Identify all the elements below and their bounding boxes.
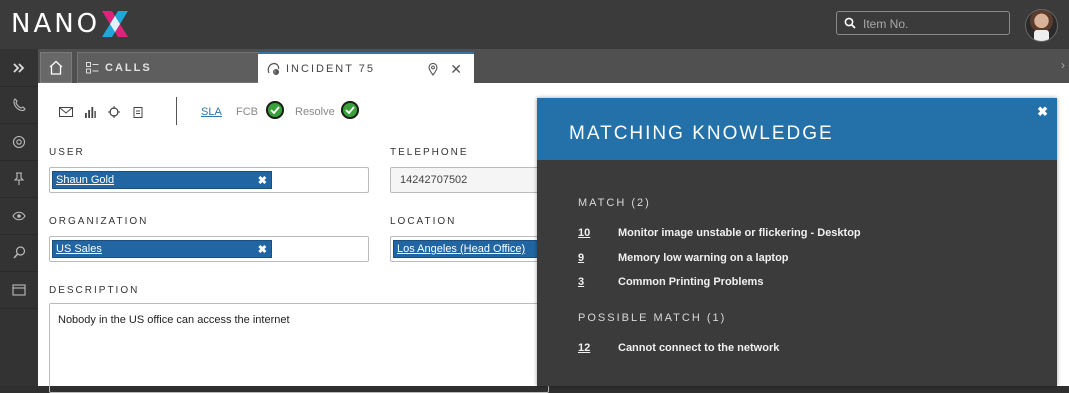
tab-bar: CALLS ! INCIDENT 75 ✕ › [38, 49, 1069, 83]
sidebar-item-settings[interactable] [0, 123, 38, 161]
sidebar-item-window[interactable] [0, 271, 38, 309]
tab-calls-label: CALLS [105, 61, 152, 74]
organization-field[interactable]: US Sales ✖ [49, 236, 369, 262]
knowledge-id-link[interactable]: 12 [578, 342, 618, 354]
panel-title: MATCHING KNOWLEDGE [569, 123, 834, 144]
location-field[interactable]: Los Angeles (Head Office) [390, 236, 551, 262]
telephone-label: TELEPHONE [390, 147, 469, 158]
svg-text:!: ! [274, 70, 277, 75]
knowledge-title[interactable]: Common Printing Problems [618, 276, 763, 288]
nano-logo[interactable]: NANO [11, 9, 129, 39]
toolbar-divider [176, 97, 177, 125]
close-panel-icon[interactable]: ✖ [1037, 104, 1048, 120]
telephone-value: 14242707502 [400, 174, 468, 186]
description-label: DESCRIPTION [49, 285, 140, 296]
knowledge-item[interactable]: 9 Memory low warning on a laptop [578, 252, 789, 264]
crosshair-icon [108, 106, 120, 118]
location-pin-icon[interactable] [428, 63, 438, 76]
user-label: USER [49, 147, 85, 158]
home-icon [49, 60, 63, 75]
phone-icon [13, 97, 26, 111]
tab-incident-label: INCIDENT 75 [286, 62, 376, 75]
item-search[interactable] [836, 11, 1010, 35]
grid-list-icon [86, 61, 99, 73]
location-label: LOCATION [390, 216, 457, 227]
incident-icon: ! [267, 62, 280, 75]
knowledge-title[interactable]: Memory low warning on a laptop [618, 252, 789, 264]
user-avatar[interactable] [1025, 9, 1058, 42]
window-icon [12, 283, 26, 296]
sla-link[interactable]: SLA [201, 106, 222, 118]
sidebar-item-watch[interactable] [0, 197, 38, 235]
knowledge-id-link[interactable]: 10 [578, 227, 618, 239]
sidebar-item-pin[interactable] [0, 160, 38, 198]
sidebar [0, 49, 38, 386]
email-button[interactable] [54, 100, 78, 124]
match-section-label: MATCH (2) [578, 197, 651, 209]
close-tab-icon[interactable]: ✕ [450, 61, 464, 78]
resolve-label: Resolve [295, 106, 335, 118]
item-number-input[interactable] [861, 14, 1005, 34]
knowledge-item[interactable]: 3 Common Printing Problems [578, 276, 763, 288]
fcb-label: FCB [236, 106, 258, 118]
panel-header: MATCHING KNOWLEDGE ✖ [537, 98, 1057, 160]
sidebar-item-search[interactable] [0, 234, 38, 272]
target-button[interactable] [102, 100, 126, 124]
search-icon [12, 246, 25, 259]
tab-scroll-right-icon[interactable]: › [1061, 58, 1065, 72]
clipboard-icon [133, 107, 143, 118]
logo-text: NANO [11, 9, 101, 39]
action-toolbar [54, 100, 150, 124]
clipboard-button[interactable] [126, 100, 150, 124]
location-chip-label[interactable]: Los Angeles (Head Office) [397, 243, 525, 255]
user-chip[interactable]: Shaun Gold ✖ [52, 171, 272, 189]
remove-organization-icon[interactable]: ✖ [258, 243, 267, 256]
possible-match-section-label: POSSIBLE MATCH (1) [578, 312, 727, 324]
eye-icon [12, 211, 26, 220]
remove-user-icon[interactable]: ✖ [258, 174, 267, 187]
search-icon [844, 17, 856, 29]
organization-chip[interactable]: US Sales ✖ [52, 240, 272, 258]
double-chevron-right-icon [13, 62, 25, 73]
top-bar: NANO [0, 0, 1069, 49]
description-field[interactable]: Nobody in the US office can access the i… [49, 303, 549, 393]
sidebar-item-calls[interactable] [0, 86, 38, 124]
knowledge-item[interactable]: 10 Monitor image unstable or flickering … [578, 227, 861, 239]
stats-button[interactable] [78, 100, 102, 124]
knowledge-id-link[interactable]: 3 [578, 276, 618, 288]
description-text[interactable]: Nobody in the US office can access the i… [58, 314, 290, 326]
knowledge-title[interactable]: Cannot connect to the network [618, 342, 779, 354]
bar-chart-icon [85, 107, 96, 118]
envelope-icon [59, 107, 73, 117]
gear-icon [12, 135, 26, 148]
expand-sidebar-button[interactable] [0, 49, 38, 87]
pin-icon [13, 171, 25, 185]
user-field[interactable]: Shaun Gold ✖ [49, 167, 369, 193]
fcb-check-icon[interactable] [266, 101, 284, 119]
tab-incident[interactable]: ! INCIDENT 75 ✕ [258, 52, 474, 83]
organization-chip-label[interactable]: US Sales [56, 243, 102, 255]
location-chip[interactable]: Los Angeles (Head Office) [393, 240, 551, 258]
knowledge-title[interactable]: Monitor image unstable or flickering - D… [618, 227, 861, 239]
knowledge-item[interactable]: 12 Cannot connect to the network [578, 342, 779, 354]
home-tab[interactable] [40, 52, 72, 83]
knowledge-id-link[interactable]: 9 [578, 252, 618, 264]
logo-x-icon [102, 11, 129, 37]
matching-knowledge-panel: MATCHING KNOWLEDGE ✖ MATCH (2) 10 Monito… [537, 98, 1057, 386]
telephone-field[interactable]: 14242707502 [390, 167, 550, 193]
organization-label: ORGANIZATION [49, 216, 149, 227]
resolve-check-icon[interactable] [341, 101, 359, 119]
user-chip-label[interactable]: Shaun Gold [56, 174, 114, 186]
